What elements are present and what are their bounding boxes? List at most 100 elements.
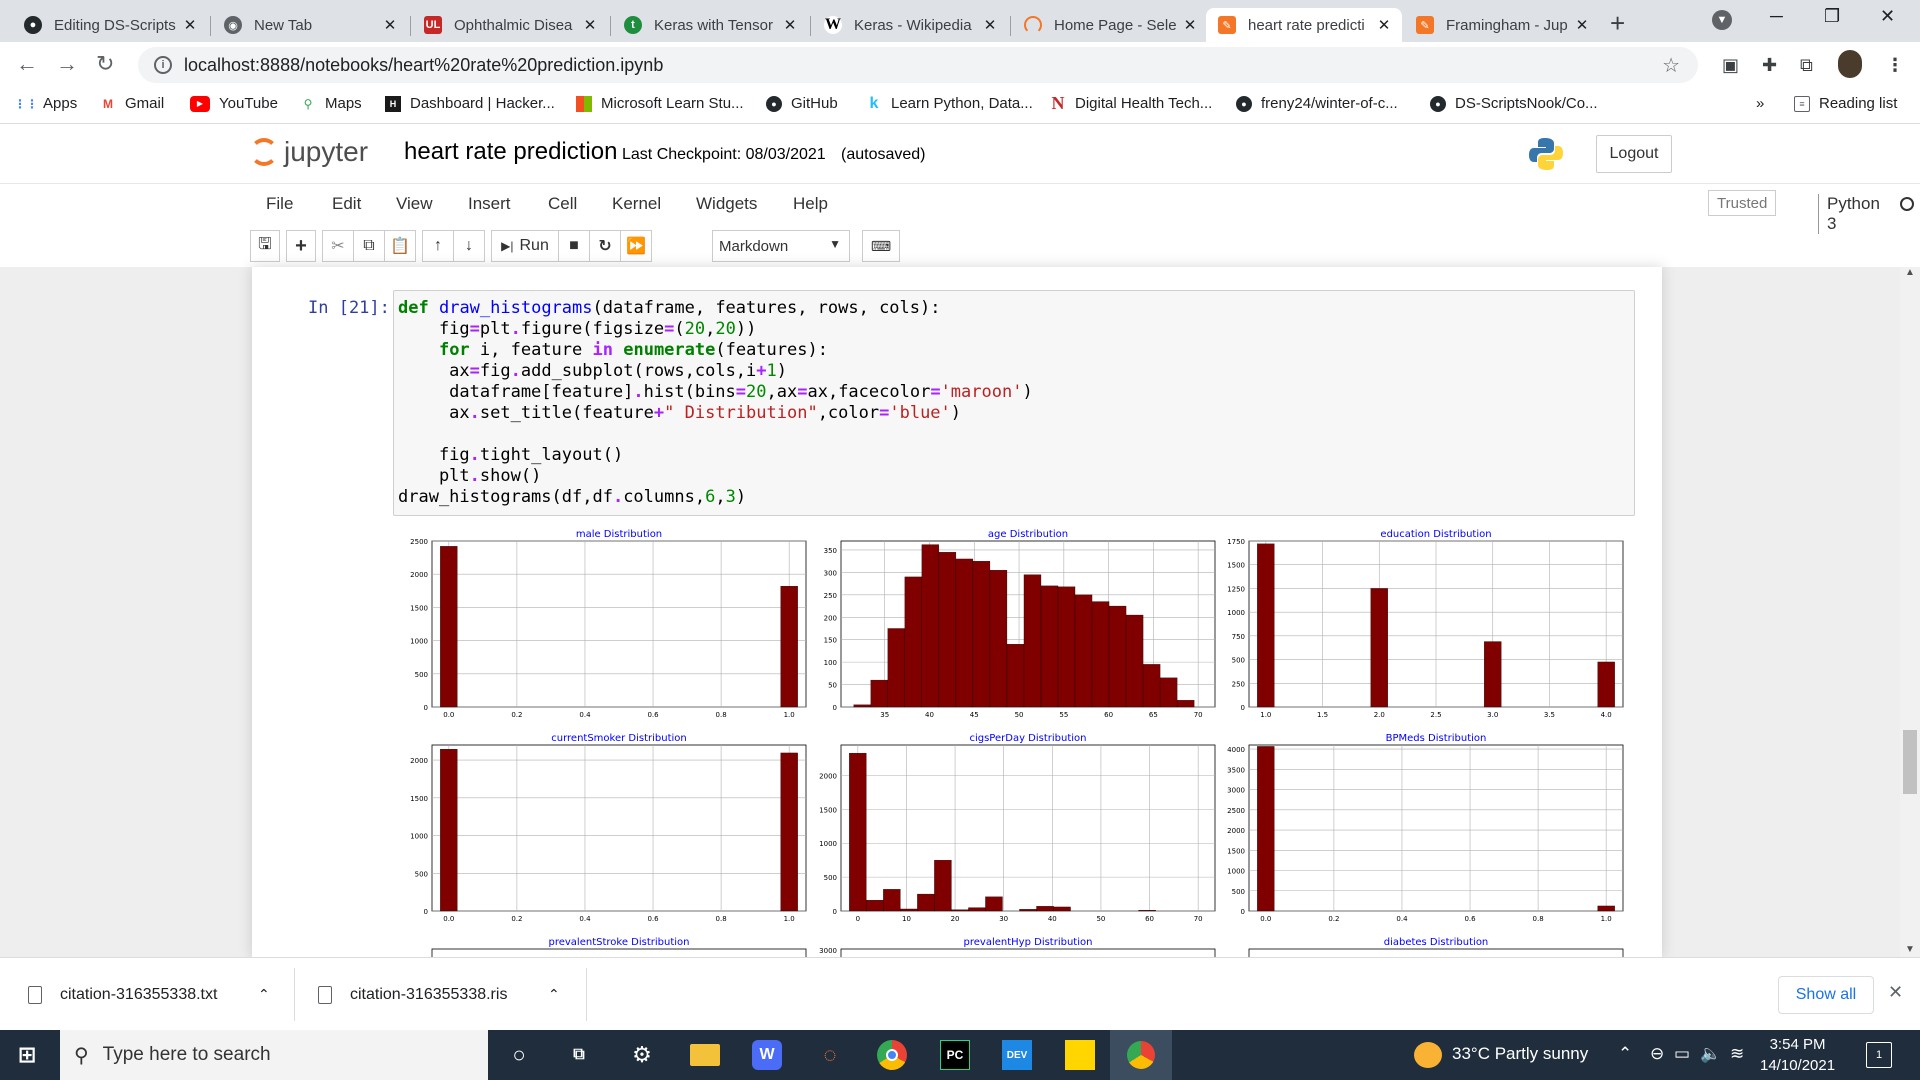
- tab-home-page[interactable]: Home Page - Sele ✕: [1012, 8, 1208, 42]
- windows-start-icon[interactable]: ⊞: [14, 1042, 40, 1068]
- notebook-title[interactable]: heart rate prediction: [404, 138, 617, 166]
- restart-icon[interactable]: ↻: [589, 230, 621, 262]
- tray-app-icon[interactable]: ⊖: [1650, 1044, 1664, 1064]
- back-icon[interactable]: ←: [16, 51, 38, 77]
- download-item[interactable]: citation-316355338.ris ⌃: [318, 958, 580, 1031]
- weather-text[interactable]: 33°C Partly sunny: [1452, 1044, 1588, 1064]
- jupyter-taskbar-icon[interactable]: ◌: [815, 1040, 845, 1070]
- tab-heart-rate-prediction[interactable]: ✎ heart rate predicti ✕: [1206, 8, 1402, 42]
- move-down-icon[interactable]: ↓: [453, 230, 485, 262]
- page-scrollbar[interactable]: ▲ ▼: [1900, 267, 1920, 957]
- bookmark-ds-scriptsnook[interactable]: ● DS-ScriptsNook/Co...: [1430, 95, 1598, 112]
- close-icon[interactable]: ✕: [982, 16, 998, 34]
- scroll-up-icon[interactable]: ▲: [1905, 267, 1915, 278]
- chevron-up-icon[interactable]: ⌃: [258, 986, 270, 1003]
- url-text[interactable]: localhost:8888/notebooks/heart%20rate%20…: [184, 55, 663, 76]
- jupyter-logo[interactable]: jupyter: [250, 136, 368, 168]
- chrome-active-taskbar-icon[interactable]: [1110, 1030, 1172, 1080]
- bookmark-github[interactable]: ● GitHub: [766, 95, 838, 112]
- show-all-button[interactable]: Show all: [1778, 976, 1874, 1014]
- restart-run-all-icon[interactable]: ⏩: [620, 230, 652, 262]
- profile-avatar[interactable]: [1838, 50, 1862, 78]
- reload-icon[interactable]: ↻: [96, 51, 114, 77]
- tab-search-icon[interactable]: ▼: [1712, 10, 1732, 30]
- tab-editing-ds-scripts[interactable]: ● Editing DS-Scripts ✕: [12, 8, 208, 42]
- close-downloads-icon[interactable]: ✕: [1888, 982, 1903, 1003]
- bookmark-star-icon[interactable]: ☆: [1662, 53, 1680, 78]
- close-icon[interactable]: ✕: [182, 16, 198, 34]
- taskbar-search-box[interactable]: ⚲ Type here to search: [60, 1030, 488, 1080]
- task-view-icon[interactable]: ⧉: [564, 1040, 594, 1070]
- paste-icon[interactable]: 📋: [384, 230, 416, 262]
- bookmark-apps[interactable]: ⋮⋮ Apps: [14, 95, 77, 112]
- battery-icon[interactable]: ▭: [1674, 1044, 1690, 1064]
- menu-view[interactable]: View: [396, 194, 433, 214]
- weather-icon[interactable]: [1414, 1042, 1442, 1068]
- url-bar[interactable]: i localhost:8888/notebooks/heart%20rate%…: [138, 47, 1698, 83]
- run-button[interactable]: ▶| Run: [491, 230, 559, 262]
- menu-edit[interactable]: Edit: [332, 194, 361, 214]
- puzzle-icon[interactable]: ✚: [1762, 55, 1777, 76]
- bookmark-digital-health[interactable]: N Digital Health Tech...: [1050, 93, 1213, 113]
- more-bookmarks-button[interactable]: »: [1756, 95, 1764, 112]
- menu-file[interactable]: File: [266, 194, 293, 214]
- interrupt-icon[interactable]: ■: [558, 230, 590, 262]
- wifi-icon[interactable]: ≋: [1730, 1044, 1744, 1064]
- close-icon[interactable]: ✕: [382, 16, 398, 34]
- bookmark-maps[interactable]: ⚲ Maps: [300, 95, 362, 112]
- insert-cell-icon[interactable]: +: [286, 230, 316, 262]
- cast-icon[interactable]: ⧉: [1800, 55, 1813, 76]
- chrome-taskbar-icon[interactable]: [877, 1040, 907, 1070]
- tab-ophthalmic[interactable]: UL Ophthalmic Disea ✕: [412, 8, 608, 42]
- bookmark-hackerrank[interactable]: H Dashboard | Hacker...: [385, 95, 555, 112]
- extension-icon[interactable]: ▣: [1722, 55, 1739, 76]
- menu-cell[interactable]: Cell: [548, 194, 577, 214]
- reading-list-button[interactable]: ≡ Reading list: [1794, 95, 1897, 112]
- bookmark-learn-python[interactable]: k Learn Python, Data...: [866, 95, 1033, 113]
- close-icon[interactable]: ✕: [1182, 16, 1198, 34]
- notifications-icon[interactable]: 1: [1866, 1042, 1892, 1068]
- file-explorer-icon[interactable]: [690, 1044, 720, 1066]
- bookmark-gmail[interactable]: M Gmail: [100, 95, 164, 112]
- copy-icon[interactable]: ⧉: [353, 230, 385, 262]
- close-icon[interactable]: ✕: [1376, 16, 1392, 34]
- forward-icon[interactable]: →: [56, 51, 78, 77]
- scroll-down-icon[interactable]: ▼: [1905, 944, 1915, 955]
- restore-icon[interactable]: ❐: [1824, 6, 1840, 27]
- logout-button[interactable]: Logout: [1596, 135, 1672, 173]
- code-cell-input[interactable]: def draw_histograms(dataframe, features,…: [393, 290, 1635, 516]
- menu-insert[interactable]: Insert: [468, 194, 511, 214]
- settings-icon[interactable]: ⚙: [627, 1040, 657, 1070]
- pycharm-icon[interactable]: PC: [940, 1040, 970, 1070]
- devcpp-icon[interactable]: DEV: [1002, 1040, 1032, 1070]
- taskbar-clock[interactable]: 3:54 PM 14/10/2021: [1760, 1034, 1835, 1076]
- move-up-icon[interactable]: ↑: [422, 230, 454, 262]
- menu-widgets[interactable]: Widgets: [696, 194, 757, 214]
- wps-icon[interactable]: W: [752, 1040, 782, 1070]
- tab-keras-tensorflow[interactable]: t Keras with Tensor ✕: [612, 8, 808, 42]
- cortana-icon[interactable]: ○: [504, 1040, 534, 1070]
- keyboard-icon[interactable]: ⌨: [862, 230, 900, 262]
- trusted-indicator[interactable]: Trusted: [1708, 190, 1777, 216]
- save-icon[interactable]: 🖫: [250, 230, 280, 262]
- tab-new-tab[interactable]: ◉ New Tab ✕: [212, 8, 408, 42]
- volume-icon[interactable]: 🔈: [1700, 1044, 1721, 1064]
- menu-kernel[interactable]: Kernel: [612, 194, 661, 214]
- scrollbar-thumb[interactable]: [1903, 730, 1917, 794]
- bookmark-youtube[interactable]: ▶ YouTube: [190, 95, 278, 112]
- chevron-up-icon[interactable]: ⌃: [548, 986, 560, 1003]
- download-item[interactable]: citation-316355338.txt ⌃: [28, 958, 290, 1031]
- close-icon[interactable]: ✕: [582, 16, 598, 34]
- menu-icon[interactable]: ⋮: [1886, 55, 1904, 76]
- cut-icon[interactable]: ✂: [322, 230, 354, 262]
- bookmark-microsoft-learn[interactable]: Microsoft Learn Stu...: [576, 95, 744, 112]
- tab-keras-wikipedia[interactable]: W Keras - Wikipedia ✕: [812, 8, 1008, 42]
- new-tab-button[interactable]: +: [1610, 8, 1625, 39]
- tab-framingham[interactable]: ✎ Framingham - Jup ✕: [1404, 8, 1600, 42]
- close-icon[interactable]: ✕: [1574, 16, 1590, 34]
- window-close-icon[interactable]: ✕: [1880, 6, 1895, 27]
- menu-help[interactable]: Help: [793, 194, 828, 214]
- bookmark-freny24[interactable]: ● freny24/winter-of-c...: [1236, 95, 1398, 112]
- minimize-icon[interactable]: ─: [1770, 6, 1783, 27]
- close-icon[interactable]: ✕: [782, 16, 798, 34]
